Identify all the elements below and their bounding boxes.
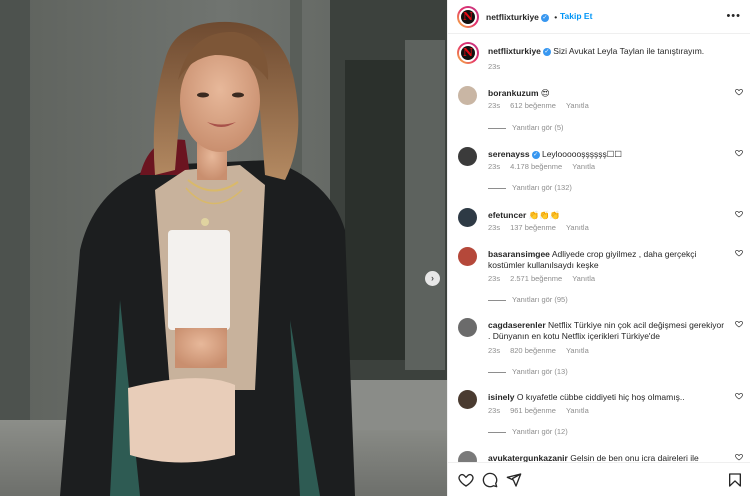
comment-meta: 23s 612 beğenme Yanıtla <box>488 101 599 110</box>
comment-avatar[interactable] <box>458 86 477 105</box>
heart-icon[interactable] <box>735 249 743 257</box>
comment-avatar[interactable] <box>458 147 477 166</box>
reply-button[interactable]: Yanıtla <box>566 346 589 355</box>
comment-username[interactable]: cagdaserenler <box>488 320 546 330</box>
view-replies-button[interactable]: Yanıtları gör (132) <box>488 183 572 192</box>
caption-username[interactable]: netflixturkiye <box>488 46 541 56</box>
comment-avatar[interactable] <box>458 318 477 337</box>
chevron-right-icon: › <box>431 273 434 283</box>
caption-timestamp: 23s <box>488 62 501 71</box>
heart-icon[interactable] <box>735 392 743 400</box>
comment-avatar[interactable] <box>458 390 477 409</box>
netflix-logo-icon: N <box>460 9 476 25</box>
caption-body: Sizi Avukat Leyla Taylan ile tanıştırayı… <box>553 46 705 56</box>
comment-likes[interactable]: 4.178 beğenme <box>510 162 562 171</box>
comment-text: 😍 <box>540 88 550 98</box>
post-header: N netflixturkiye ✓ • Takip Et ••• <box>448 0 750 34</box>
comment-time: 23s <box>488 274 501 283</box>
comment-username[interactable]: isinely <box>488 392 514 402</box>
comment-username[interactable]: borankuzum <box>488 88 539 98</box>
comment-meta: 23s 137 beğenme Yanıtla <box>488 223 599 232</box>
comment-icon[interactable] <box>482 472 498 488</box>
comment-text: 👏👏👏 <box>528 210 561 220</box>
comment-meta: 23s 2.571 beğenme Yanıtla <box>488 274 605 283</box>
account-avatar[interactable]: N <box>457 6 479 28</box>
view-replies-button[interactable]: Yanıtları gör (95) <box>488 295 568 304</box>
comment-meta: 23s 820 beğenme Yanıtla <box>488 346 599 355</box>
comment-avatar[interactable] <box>458 247 477 266</box>
post-action-bar <box>448 462 750 496</box>
comment-meta: 23s 4.178 beğenme Yanıtla <box>488 162 605 171</box>
post-media[interactable]: › <box>0 0 447 496</box>
view-replies-button[interactable]: Yanıtları gör (5) <box>488 123 564 132</box>
comment-username[interactable]: efetuncer <box>488 210 526 220</box>
bookmark-icon[interactable] <box>727 472 743 488</box>
reply-button[interactable]: Yanıtla <box>566 101 589 110</box>
verified-icon: ✓ <box>531 150 540 159</box>
comment-time: 23s <box>488 101 501 110</box>
verified-icon: ✓ <box>542 47 551 56</box>
post-side-panel: N netflixturkiye ✓ • Takip Et ••• N netfl… <box>447 0 750 496</box>
heart-icon[interactable] <box>735 210 743 218</box>
netflix-logo-icon: N <box>460 45 476 61</box>
comment-meta: 23s 961 beğenme Yanıtla <box>488 406 599 415</box>
heart-icon[interactable] <box>735 320 743 328</box>
comment-time: 23s <box>488 406 501 415</box>
comment-likes[interactable]: 820 beğenme <box>510 346 556 355</box>
comment-username[interactable]: serenayss <box>488 149 530 159</box>
post-caption: netflixturkiye ✓ Sizi Avukat Leyla Taylan… <box>488 46 738 57</box>
post-photo <box>0 0 447 496</box>
comment-likes[interactable]: 2.571 beğenme <box>510 274 562 283</box>
comment-text: Leyloooooşşşşşş☐☐ <box>541 149 622 159</box>
next-slide-button[interactable]: › <box>425 271 440 286</box>
comment-time: 23s <box>488 162 501 171</box>
comment-text: O kıyafetle cübbe ciddiyeti hiç hoş olma… <box>516 392 685 402</box>
reply-button[interactable]: Yanıtla <box>566 223 589 232</box>
verified-icon: ✓ <box>540 13 549 22</box>
view-replies-button[interactable]: Yanıtları gör (13) <box>488 367 568 376</box>
account-username[interactable]: netflixturkiye ✓ • <box>486 12 557 22</box>
follow-button[interactable]: Takip Et <box>560 11 592 21</box>
reply-button[interactable]: Yanıtla <box>572 274 595 283</box>
comment-likes[interactable]: 961 beğenme <box>510 406 556 415</box>
comment-likes[interactable]: 137 beğenme <box>510 223 556 232</box>
heart-icon[interactable] <box>458 472 474 488</box>
heart-icon[interactable] <box>735 149 743 157</box>
comment-time: 23s <box>488 346 501 355</box>
heart-icon[interactable] <box>735 453 743 461</box>
reply-button[interactable]: Yanıtla <box>566 406 589 415</box>
share-icon[interactable] <box>506 472 522 488</box>
view-replies-button[interactable]: Yanıtları gör (12) <box>488 427 568 436</box>
more-icon[interactable]: ••• <box>726 10 741 22</box>
comment-avatar[interactable] <box>458 208 477 227</box>
comment-username[interactable]: basaransimgee <box>488 249 550 259</box>
caption-avatar[interactable]: N <box>457 42 479 64</box>
comment-likes[interactable]: 612 beğenme <box>510 101 556 110</box>
reply-button[interactable]: Yanıtla <box>572 162 595 171</box>
heart-icon[interactable] <box>735 88 743 96</box>
comment-time: 23s <box>488 223 501 232</box>
